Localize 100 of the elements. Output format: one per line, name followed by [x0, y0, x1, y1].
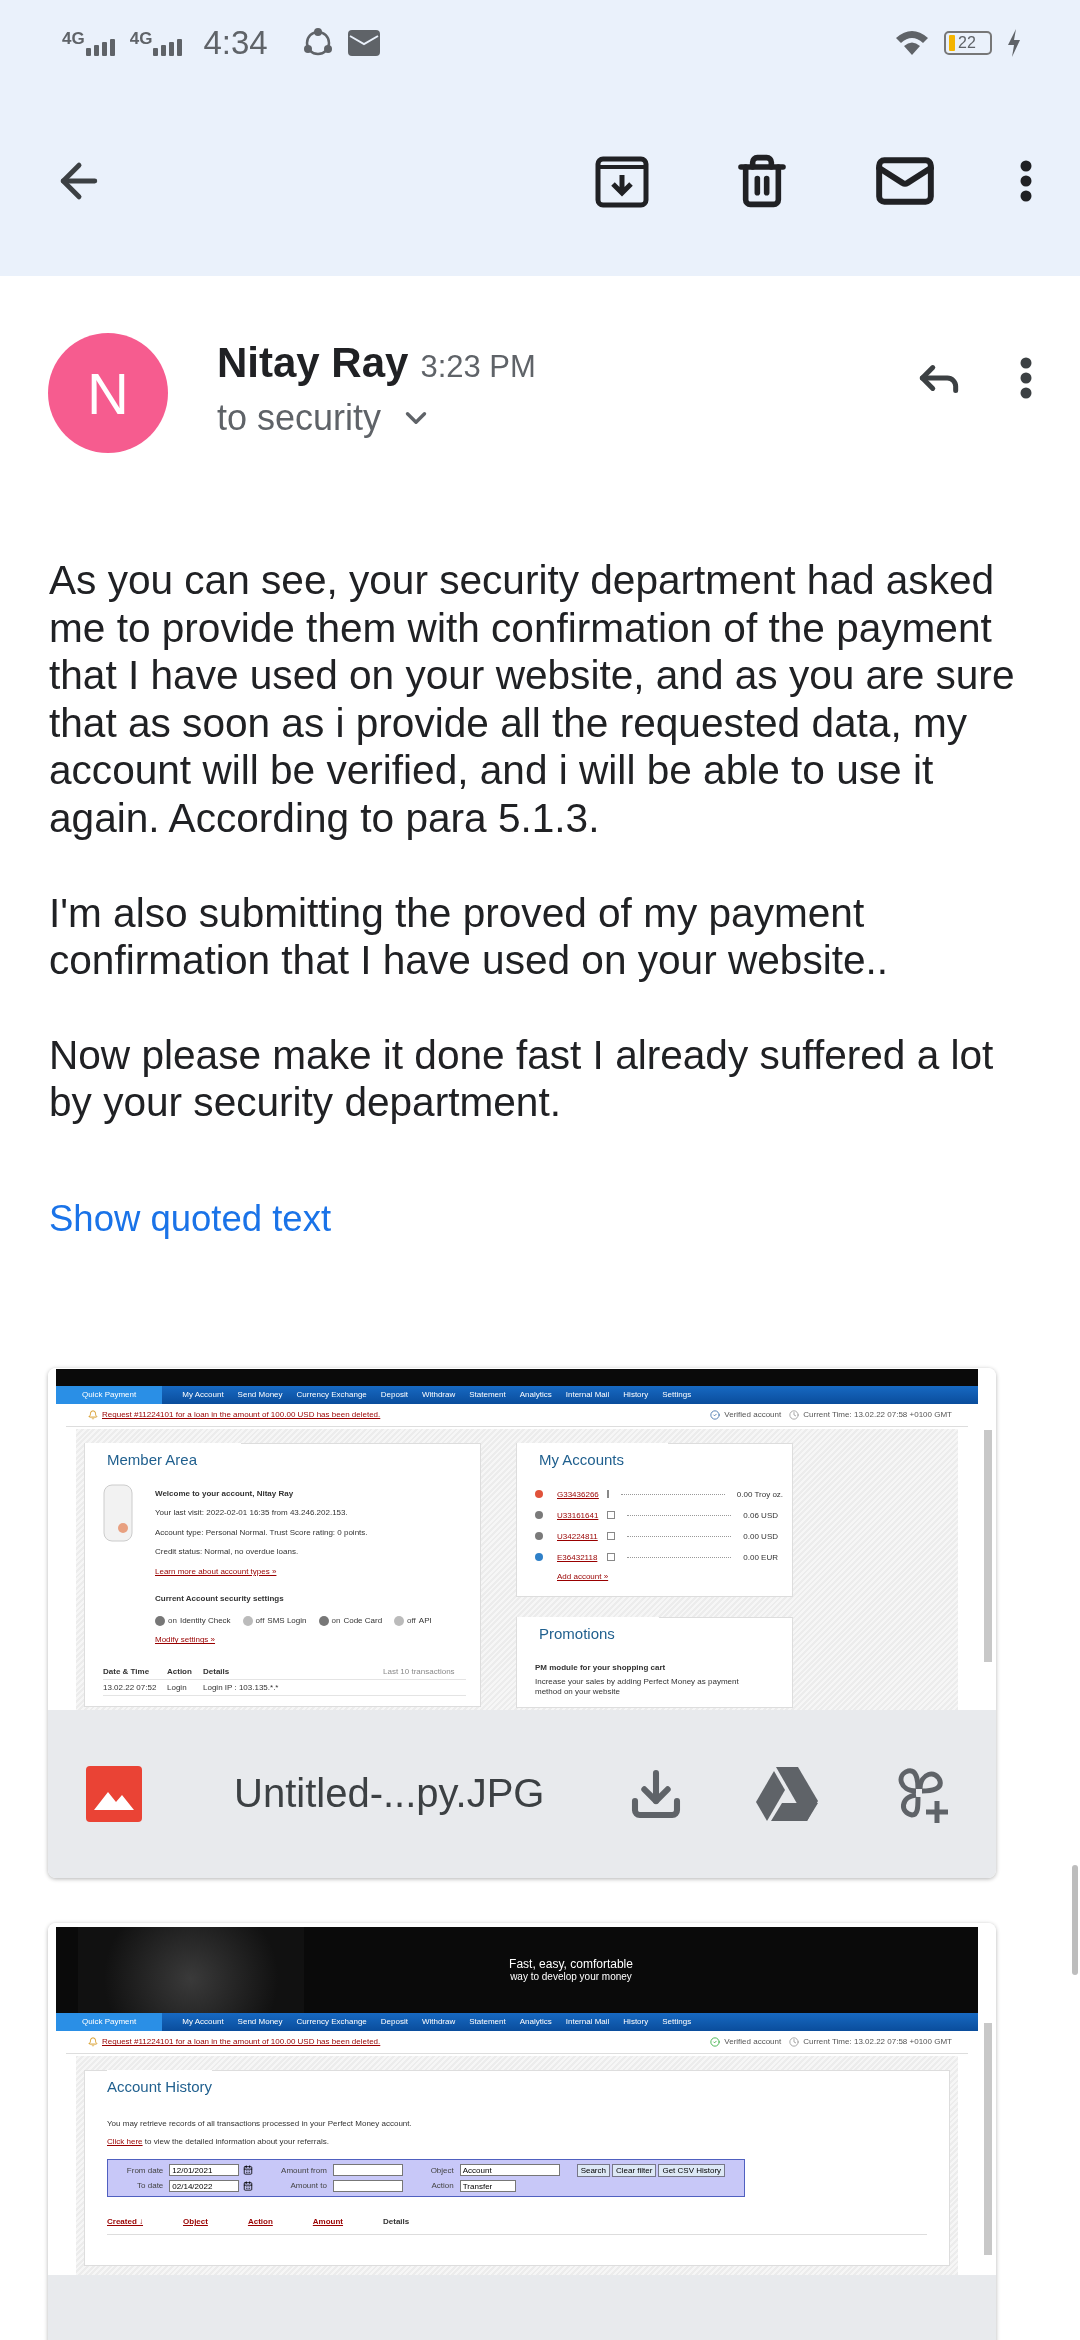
- nav-link[interactable]: Settings: [662, 1390, 692, 1400]
- nav-link[interactable]: Analytics: [519, 2017, 552, 2027]
- nav-link[interactable]: Settings: [662, 2017, 692, 2027]
- security-title: Current Account security settings: [155, 1593, 285, 1606]
- setting-label: API: [418, 1614, 432, 1627]
- sort-link[interactable]: Created ↓: [107, 2216, 143, 2226]
- nav-link[interactable]: Internal Mail: [565, 1390, 610, 1400]
- more-button[interactable]: [1020, 357, 1032, 399]
- document-icon: [606, 1490, 609, 1499]
- account-balance: 0.00 Troy oz.: [736, 1488, 784, 1501]
- account-balance: 0.00 USD: [743, 1530, 778, 1543]
- network-label: 4G: [129, 30, 153, 47]
- nav-link[interactable]: My Account: [182, 2017, 224, 2027]
- sort-link[interactable]: Amount: [312, 2216, 344, 2226]
- show-quoted-link[interactable]: Show quoted text: [49, 1197, 332, 1240]
- check-icon: [710, 1409, 721, 1420]
- drive-button[interactable]: [754, 1764, 820, 1823]
- nav-link[interactable]: Statement: [469, 2017, 506, 2027]
- nav-link[interactable]: My Account: [182, 1390, 224, 1400]
- charging-icon: [1006, 29, 1022, 57]
- table-note: Last 10 transactions: [383, 1666, 456, 1676]
- nav-link[interactable]: Deposit: [380, 1390, 408, 1400]
- more-icon: [1020, 357, 1032, 399]
- column-header: Date & Time: [103, 1666, 151, 1676]
- state-label: off: [407, 1616, 416, 1626]
- banner-subtitle: way to develop your money: [510, 1971, 632, 1983]
- document-icon: [606, 1553, 616, 1562]
- account-info-text: Account type: Personal Normal. Trust Score rating: 0 points.: [155, 1526, 369, 1539]
- state-label: on: [168, 1616, 177, 1626]
- account-balance: 0.06 USD: [743, 1509, 778, 1522]
- check-icon: [710, 2036, 721, 2047]
- date-field[interactable]: 12/01/2021: [169, 2164, 240, 2177]
- nav-link[interactable]: Withdraw: [421, 2017, 456, 2027]
- nav-link[interactable]: History: [623, 2017, 649, 2027]
- intro-text: You may retrieve records of all transactions processed in your Perfect Money account.: [107, 2117, 413, 2130]
- add-account-link[interactable]: Add account »: [557, 1572, 609, 1582]
- sender-name: Nitay Ray: [217, 339, 409, 386]
- verified-label: Verified account: [724, 2037, 782, 2047]
- account-link[interactable]: G33436266: [557, 1489, 599, 1499]
- nav-link[interactable]: Analytics: [519, 1390, 552, 1400]
- badge-icon: [103, 1483, 133, 1542]
- account-info-text: Credit status: Normal, no overdue loans.: [155, 1546, 300, 1559]
- nav-link[interactable]: Currency Exchange: [296, 2017, 367, 2027]
- nav-link[interactable]: Internal Mail: [565, 2017, 610, 2027]
- more-button[interactable]: [1020, 160, 1032, 202]
- bell-icon: [88, 2036, 98, 2047]
- date-field[interactable]: 02/14/2022: [169, 2179, 240, 2192]
- field-label: Action: [430, 2181, 454, 2191]
- verified-label: Verified account: [724, 1410, 782, 1420]
- filter-button[interactable]: Clear filter: [612, 2163, 657, 2177]
- field-label: Amount to: [289, 2181, 327, 2191]
- alert-link[interactable]: Request #11224101 for a loan in the amount of 100.00 USD has been deleted.: [102, 2037, 381, 2047]
- clock-icon: [789, 1409, 800, 1420]
- learn-more-link[interactable]: Learn more about account types »: [155, 1566, 277, 1576]
- click-here-link[interactable]: Click here: [107, 2136, 143, 2146]
- account-balance: 0.00 EUR: [743, 1551, 778, 1564]
- field-label: From date: [125, 2165, 164, 2175]
- sort-link[interactable]: Object: [183, 2216, 208, 2226]
- message-paragraph: I'm also submitting the proved of my payment confirmation that I have used on your website..: [49, 889, 890, 985]
- nav-link[interactable]: Send Money: [237, 1390, 283, 1400]
- current-time: Current Time: 13.02.22 07:58 +0100 GMT: [803, 1410, 952, 1420]
- field-label: To date: [136, 2181, 164, 2191]
- document-icon: [606, 1511, 616, 1520]
- state-label: off: [255, 1616, 265, 1626]
- message-paragraph: Now please make it done fast I already suffered a lot by your security department.: [49, 1031, 995, 1127]
- field-label: Amount from: [280, 2165, 327, 2175]
- referral-text: Click here to view the detailed information about your referrals.: [107, 2135, 330, 2148]
- filter-button[interactable]: Get CSV History: [658, 2163, 726, 2177]
- nav-link[interactable]: Statement: [469, 1390, 506, 1400]
- account-link[interactable]: U33161641: [557, 1510, 599, 1520]
- mail-icon: [347, 30, 380, 56]
- account-link[interactable]: E36432118: [557, 1552, 599, 1562]
- modify-settings-link[interactable]: Modify settings »: [155, 1635, 216, 1645]
- current-time: Current Time: 13.02.22 07:58 +0100 GMT: [803, 2037, 952, 2047]
- image-icon: [86, 1765, 142, 1822]
- nav-link[interactable]: History: [623, 1390, 649, 1400]
- nav-link[interactable]: Currency Exchange: [296, 1390, 367, 1400]
- action-select[interactable]: Transfer: [459, 2179, 516, 2192]
- calendar-icon: [243, 2180, 254, 2191]
- recipient-label: to security: [217, 397, 382, 439]
- amount-field[interactable]: [332, 2164, 403, 2177]
- account-link[interactable]: U34224811: [557, 1531, 599, 1541]
- object-select[interactable]: Account: [459, 2164, 560, 2177]
- document-icon: [606, 1532, 616, 1541]
- nav-link[interactable]: Withdraw: [421, 1390, 456, 1400]
- column-header: Action: [167, 1666, 193, 1676]
- table-cell-text: Login IP : 103.135.*.*: [203, 1682, 280, 1692]
- message-paragraph: As you can see, your security department had asked me to provide them with confirmation of the payment that I have used on your website, and as you are sure that as soon as i provide all the requested data, my account will be verified, and i will be able to use it again. According to para 5.1.3.: [49, 557, 1016, 843]
- battery-fill: [949, 35, 955, 51]
- state-label: on: [331, 1616, 341, 1626]
- network-label: 4G: [62, 30, 85, 47]
- alert-link[interactable]: Request #11224101 for a loan in the amount of 100.00 USD has been deleted.: [102, 1410, 381, 1420]
- sort-link[interactable]: Action: [247, 2216, 273, 2226]
- table-cell-text: Login: [167, 1682, 188, 1692]
- amount-field[interactable]: [332, 2179, 403, 2192]
- nav-link[interactable]: Deposit: [380, 2017, 408, 2027]
- recipient-button[interactable]: to security: [217, 397, 434, 439]
- bell-icon: [88, 1409, 98, 1420]
- nav-link[interactable]: Send Money: [237, 2017, 283, 2027]
- filter-button[interactable]: Search: [576, 2163, 610, 2177]
